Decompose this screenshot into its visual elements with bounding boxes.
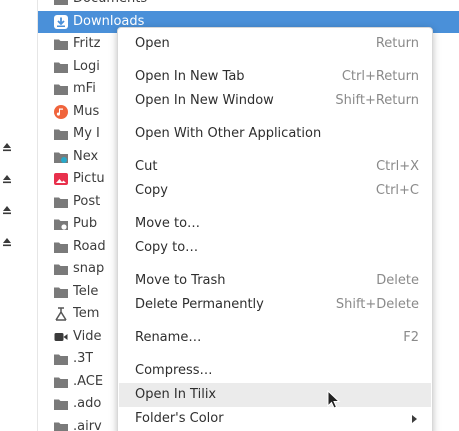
folder-icon [53, 351, 69, 367]
menu-item-label: Open [135, 36, 170, 51]
folder-icon [53, 374, 69, 390]
menu-item-label: Move to… [135, 216, 201, 231]
menu-item-delete-permanently[interactable]: Delete Permanently Shift+Delete [119, 293, 431, 317]
menu-item-open-in-tilix[interactable]: Open In Tilix [119, 383, 431, 407]
context-menu: Open Return Open In New Tab Ctrl+Return Open… [117, 27, 433, 431]
folder-icon [53, 396, 69, 412]
videos-folder-icon [53, 329, 69, 345]
folder-icon [53, 0, 69, 7]
file-name: Road [73, 238, 106, 254]
menu-item-label: Rename… [135, 330, 202, 345]
menu-item-shortcut: Return [375, 36, 419, 51]
submenu-arrow-icon [412, 415, 417, 423]
file-row[interactable]: Documents [38, 0, 459, 10]
menu-item-shortcut: Delete [376, 273, 419, 288]
music-folder-icon [53, 104, 69, 120]
file-name: .airv [73, 418, 102, 431]
eject-icon[interactable] [2, 237, 12, 247]
pictures-folder-icon [53, 171, 69, 187]
folder-icon [53, 194, 69, 210]
menu-item-copy[interactable]: Copy Ctrl+C [119, 179, 431, 203]
file-name: Post [73, 193, 101, 209]
menu-item-open-new-window[interactable]: Open In New Window Shift+Return [119, 89, 431, 113]
folder-icon [53, 261, 69, 277]
menu-item-copy-to[interactable]: Copy to… [119, 236, 431, 260]
folder-icon [53, 59, 69, 75]
menu-item-open[interactable]: Open Return [119, 32, 431, 56]
file-name: Tele [73, 283, 99, 299]
menu-item-folders-color[interactable]: Folder's Color [119, 407, 431, 431]
file-name: My I [73, 126, 100, 141]
file-name: Nex [73, 148, 99, 164]
eject-icon[interactable] [2, 205, 12, 215]
menu-item-label: Compress… [135, 363, 213, 378]
folder-icon [53, 419, 69, 431]
menu-item-compress[interactable]: Compress… [119, 359, 431, 383]
folder-icon [53, 284, 69, 300]
folder-icon [53, 239, 69, 255]
menu-item-label: Move to Trash [135, 273, 226, 288]
shared-folder-icon [53, 149, 69, 165]
menu-item-shortcut: F2 [403, 330, 419, 345]
menu-item-label: Open In New Tab [135, 69, 245, 84]
menu-item-shortcut: Ctrl+X [376, 159, 419, 174]
menu-item-move-to-trash[interactable]: Move to Trash Delete [119, 269, 431, 293]
menu-item-label: Open In New Window [135, 93, 274, 108]
file-name: Vide [73, 328, 102, 344]
menu-item-label: Copy to… [135, 240, 199, 255]
menu-item-shortcut: Ctrl+C [375, 183, 419, 198]
file-name: .3T [73, 351, 94, 366]
file-name: Fritz [73, 36, 101, 51]
file-name: Tem [73, 306, 100, 321]
folder-icon [53, 36, 69, 52]
folder-icon [53, 81, 69, 97]
eject-icon[interactable] [2, 142, 12, 152]
menu-item-label: Copy [135, 183, 168, 198]
menu-item-shortcut: Ctrl+Return [341, 69, 419, 84]
menu-item-open-with[interactable]: Open With Other Application [119, 122, 431, 146]
public-folder-icon [53, 216, 69, 232]
file-name: mFi [73, 81, 96, 96]
menu-item-label: Cut [135, 159, 158, 174]
file-name: Mus [73, 103, 100, 119]
menu-item-shortcut: Shift+Delete [335, 297, 419, 312]
file-name: Pictu [73, 171, 105, 186]
menu-item-label: Open With Other Application [135, 126, 322, 141]
eject-icon[interactable] [2, 174, 12, 184]
menu-item-open-new-tab[interactable]: Open In New Tab Ctrl+Return [119, 65, 431, 89]
download-folder-icon [53, 14, 69, 30]
file-name: .ACE [73, 373, 104, 389]
file-name: Logi [73, 58, 100, 74]
file-name: snap [73, 261, 105, 276]
menu-item-rename[interactable]: Rename… F2 [119, 326, 431, 350]
file-name: Documents [73, 0, 147, 7]
menu-item-shortcut: Shift+Return [335, 93, 419, 108]
mouse-cursor-icon [327, 390, 341, 409]
menu-item-label: Open In Tilix [135, 387, 217, 402]
templates-folder-icon [53, 306, 69, 322]
menu-item-cut[interactable]: Cut Ctrl+X [119, 155, 431, 179]
menu-item-label: Folder's Color [135, 411, 224, 426]
folder-icon [53, 126, 69, 142]
file-name: Pub [73, 216, 98, 231]
sidebar-strip [0, 0, 38, 431]
menu-item-label: Delete Permanently [135, 297, 264, 312]
file-name: .ado [73, 396, 102, 411]
menu-item-move-to[interactable]: Move to… [119, 212, 431, 236]
